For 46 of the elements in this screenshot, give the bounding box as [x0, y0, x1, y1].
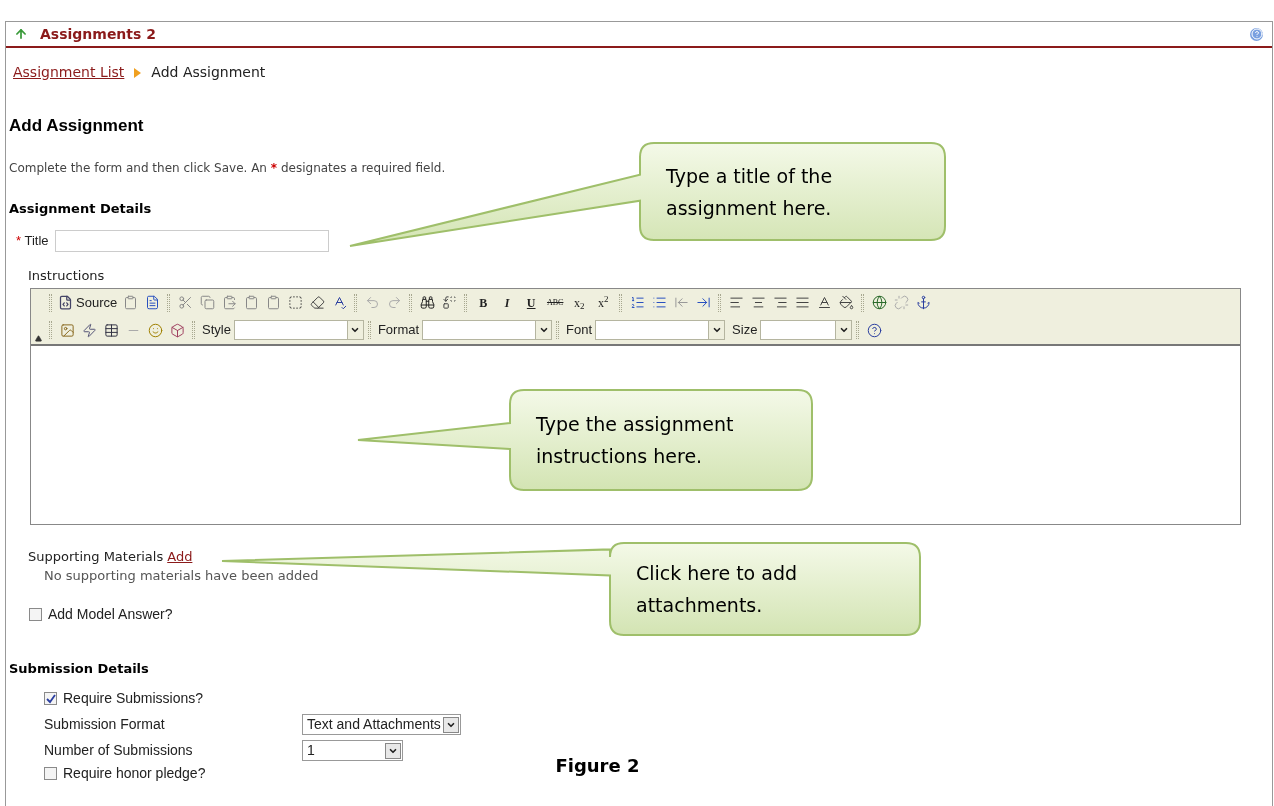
title-field[interactable]	[54, 230, 329, 252]
checkbox-label: Require honor pledge?	[63, 764, 206, 783]
format-button[interactable]: I	[495, 292, 520, 313]
section-heading: Assignment Details	[8, 199, 153, 218]
toolbar-dropdown[interactable]	[760, 320, 853, 340]
field-label: Number of Submissions	[44, 741, 194, 760]
format-button[interactable]: U	[519, 292, 544, 313]
dropdown[interactable]: Text and Attachments	[302, 714, 461, 735]
breadcrumb-arrow-icon	[134, 67, 142, 78]
checkbox[interactable]	[29, 607, 42, 621]
field-label: Supporting Materials	[28, 547, 164, 566]
figure-caption: Figure 2	[555, 754, 640, 778]
breadcrumb-link[interactable]: Assignment List	[13, 62, 125, 83]
source-button[interactable]: Source	[56, 292, 120, 313]
source-icon	[58, 295, 73, 310]
checkbox[interactable]	[44, 692, 57, 705]
toolbar-dropdown[interactable]	[422, 320, 553, 340]
checkbox-label: Add Model Answer?	[48, 604, 173, 624]
toolbar-dropdown[interactable]	[595, 320, 726, 340]
format-button[interactable]: x$_{2}$	[567, 292, 592, 313]
help-icon[interactable]	[1250, 27, 1263, 41]
page-heading: Add Assignment	[8, 115, 145, 137]
callout-text: Type the assignment instructions here.	[536, 412, 735, 469]
instructions-text: Complete the form and then click Save. An * designates a required field.	[8, 159, 447, 177]
field-label: Instructions	[28, 267, 106, 285]
breadcrumb-current: Add Assignment	[151, 63, 266, 82]
format-button[interactable]: x$^{2}$	[591, 292, 616, 313]
checkbox[interactable]	[44, 767, 57, 780]
toolbar-label: Style	[201, 321, 232, 340]
format-button[interactable]: ABC	[543, 292, 568, 313]
callout-text: Type a title of the assignment here.	[666, 163, 834, 221]
empty-message: No supporting materials have been added	[44, 567, 319, 585]
callout-text: Click here to add attachments.	[636, 561, 799, 618]
toolbar-dropdown[interactable]	[233, 320, 364, 340]
format-button[interactable]: B	[471, 292, 496, 313]
add-link[interactable]: Add	[167, 546, 193, 566]
toolbar-label: Format	[376, 321, 421, 340]
collapse-icon	[34, 334, 42, 342]
section-heading: Submission Details	[8, 659, 150, 678]
field-label: Submission Format	[44, 715, 166, 734]
toolbar-label: Font	[565, 321, 594, 340]
dropdown[interactable]: 1	[302, 740, 403, 761]
tool-title: Assignments 2	[40, 24, 156, 44]
toolbar-label: Size	[731, 321, 759, 340]
checkbox-label: Require Submissions?	[63, 689, 204, 708]
field-label: * Title	[16, 232, 49, 251]
